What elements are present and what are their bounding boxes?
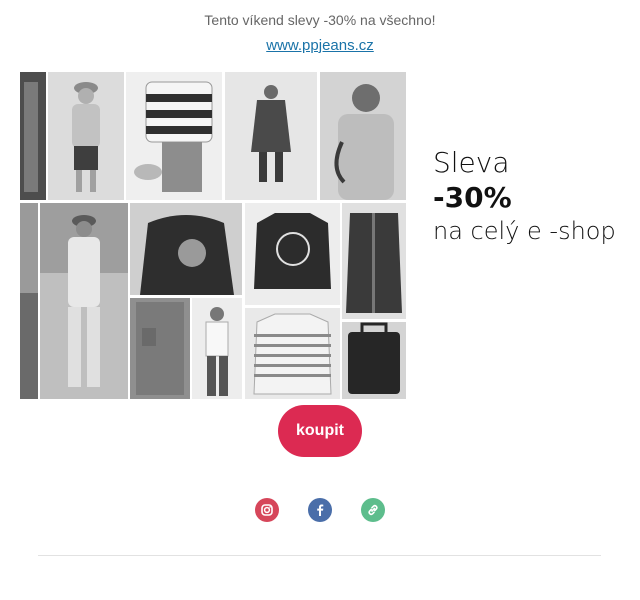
collage-photo	[20, 203, 38, 399]
promo-line-discount: -30%	[433, 181, 512, 214]
promo-headline: Sleva -30% na celý e -shop	[433, 146, 633, 246]
link-icon[interactable]	[361, 498, 385, 522]
collage-photo	[40, 203, 128, 399]
collage-photo	[192, 298, 242, 399]
collage-photo	[245, 203, 340, 305]
collage-photo	[245, 308, 340, 399]
collage-photo	[342, 203, 406, 319]
site-link-wrapper: www.ppjeans.cz	[0, 37, 640, 54]
site-link[interactable]: www.ppjeans.cz	[266, 37, 374, 54]
product-collage-image	[20, 72, 406, 399]
promo-line-scope: na celý e -shop	[433, 217, 616, 245]
collage-photo	[126, 72, 222, 200]
collage-photo	[342, 322, 406, 399]
collage-photo	[130, 203, 242, 295]
instagram-icon[interactable]	[255, 498, 279, 522]
collage-photo	[130, 298, 190, 399]
collage-photo	[20, 72, 46, 200]
collage-photo	[320, 72, 406, 200]
collage-photo	[225, 72, 317, 200]
buy-button[interactable]: koupit	[278, 405, 362, 457]
preheader-text: Tento víkend slevy -30% na všechno!	[204, 12, 436, 28]
promo-line-sale: Sleva	[433, 146, 510, 179]
facebook-icon[interactable]	[308, 498, 332, 522]
collage-photo	[48, 72, 124, 200]
footer-divider	[38, 555, 601, 556]
